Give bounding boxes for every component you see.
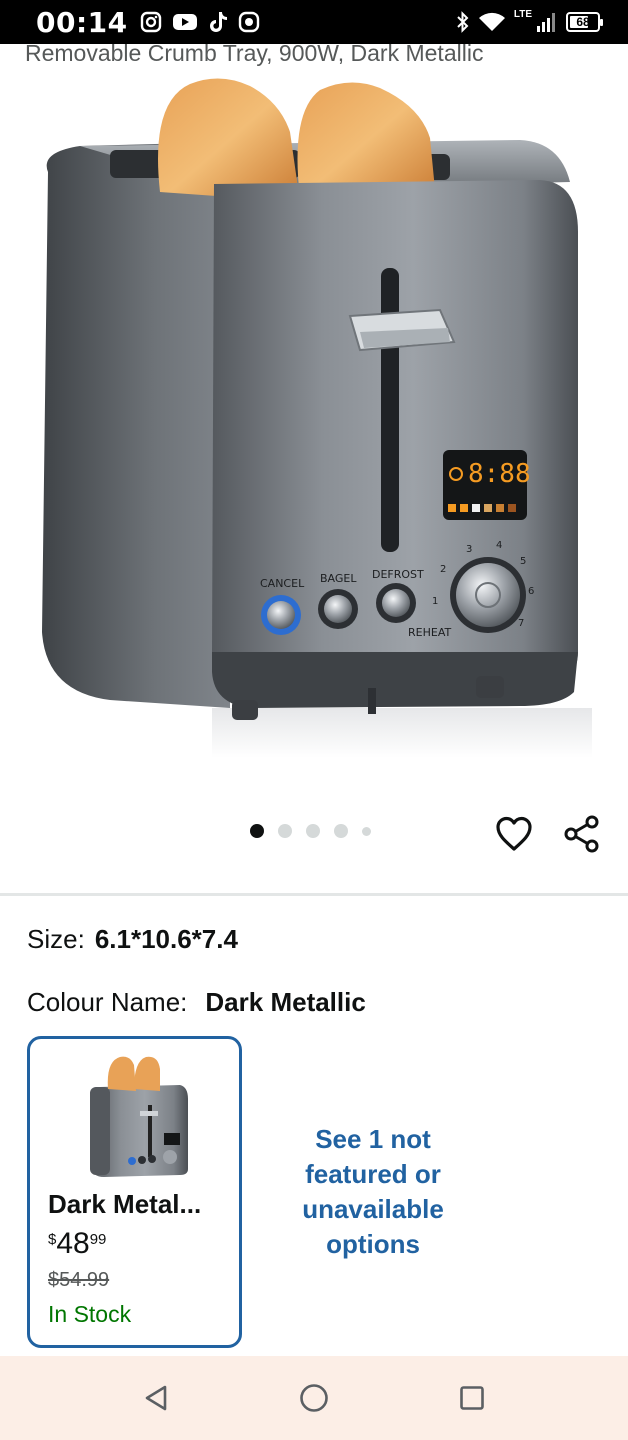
wifi-icon bbox=[478, 12, 505, 31]
size-label: Size: bbox=[27, 924, 85, 954]
tiktok-icon bbox=[209, 12, 227, 32]
size-row: Size: 6.1*10.6*7.4 bbox=[27, 924, 238, 955]
price-whole: 48 bbox=[56, 1227, 90, 1260]
image-dial-1: 1 bbox=[432, 596, 438, 607]
variant-price: $ 48 99 bbox=[48, 1227, 106, 1261]
bluetooth-icon bbox=[457, 11, 469, 33]
image-label-cancel: CANCEL bbox=[260, 577, 305, 590]
nav-home-button[interactable] bbox=[294, 1378, 334, 1418]
carousel-dot[interactable] bbox=[334, 824, 348, 838]
recents-icon bbox=[460, 1386, 484, 1410]
see-unavailable-options-link[interactable]: See 1 not featured or unavailable option… bbox=[283, 1122, 463, 1262]
network-type: LTE bbox=[513, 8, 532, 20]
colour-row: Colour Name: Dark Metallic bbox=[27, 987, 366, 1018]
notification-icons bbox=[140, 10, 260, 34]
instagram-icon bbox=[140, 11, 161, 33]
image-label-defrost: DEFROST bbox=[372, 568, 424, 581]
back-icon bbox=[145, 1385, 167, 1411]
nav-recents-button[interactable] bbox=[452, 1378, 492, 1418]
nav-back-button[interactable] bbox=[136, 1378, 176, 1418]
price-symbol: $ bbox=[48, 1231, 57, 1248]
colour-variant-card[interactable]: Dark Metal... $ 48 99 $54.99 In Stock bbox=[27, 1036, 242, 1348]
section-divider bbox=[0, 893, 628, 896]
signal-icon bbox=[537, 13, 555, 32]
product-title: Removable Crumb Tray, 900W, Dark Metalli… bbox=[25, 40, 484, 66]
home-icon bbox=[300, 1384, 328, 1412]
carousel-dot[interactable] bbox=[362, 826, 371, 836]
wishlist-button[interactable] bbox=[492, 812, 536, 856]
variant-name: Dark Metal... bbox=[48, 1189, 202, 1219]
battery-icon: 68 bbox=[566, 12, 603, 32]
availability: In Stock bbox=[48, 1301, 132, 1327]
image-carousel-dots[interactable] bbox=[250, 824, 371, 838]
camera-app-icon bbox=[238, 11, 259, 33]
status-indicators: LTE 68 bbox=[456, 8, 603, 33]
system-nav-bar bbox=[0, 1356, 628, 1440]
image-label-reheat: REHEAT bbox=[408, 626, 451, 639]
share-button[interactable] bbox=[560, 812, 604, 856]
carousel-dot[interactable] bbox=[250, 824, 264, 838]
image-dial-5: 5 bbox=[520, 556, 526, 567]
image-dial-2: 2 bbox=[440, 564, 446, 575]
carousel-dot[interactable] bbox=[306, 824, 320, 838]
list-price: $54.99 bbox=[48, 1269, 110, 1291]
image-label-bagel: BAGEL bbox=[320, 572, 357, 585]
image-dial-6: 6 bbox=[528, 586, 534, 597]
image-dial-7: 7 bbox=[518, 618, 524, 629]
colour-value: Dark Metallic bbox=[205, 987, 366, 1017]
product-image[interactable]: 8:88 CANCEL BAGEL DEFROST 1 2 3 4 5 6 7 … bbox=[0, 72, 628, 762]
carousel-dot[interactable] bbox=[278, 824, 292, 838]
colour-label: Colour Name: bbox=[27, 987, 188, 1017]
image-dial-3: 3 bbox=[466, 544, 472, 555]
image-dial-4: 4 bbox=[496, 540, 502, 551]
status-time: 00:14 bbox=[36, 5, 128, 39]
variant-thumbnail bbox=[90, 1056, 188, 1177]
status-bar: 00:14 LTE 68 bbox=[0, 0, 628, 44]
youtube-icon bbox=[172, 14, 197, 30]
price-fraction: 99 bbox=[89, 1231, 107, 1248]
image-display-time: 8:88 bbox=[468, 459, 531, 489]
battery-level: 68 bbox=[576, 15, 590, 29]
heart-icon bbox=[496, 816, 532, 851]
share-icon bbox=[564, 815, 599, 853]
size-value: 6.1*10.6*7.4 bbox=[94, 924, 238, 954]
